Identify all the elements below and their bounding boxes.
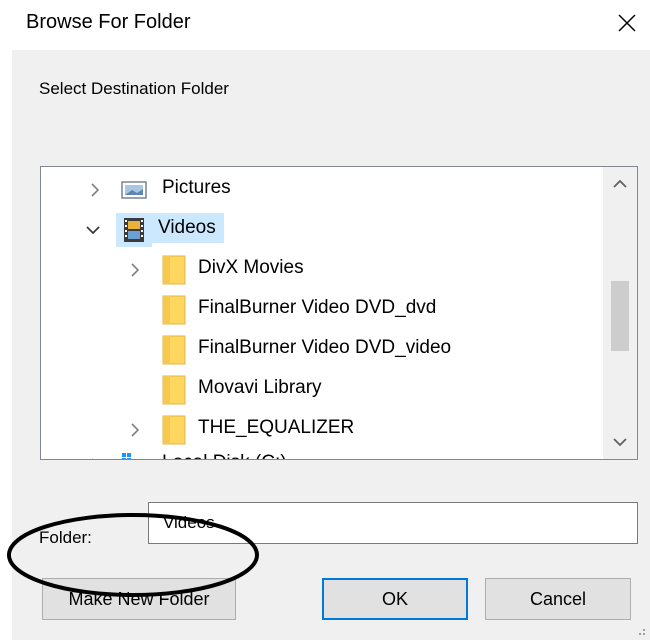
make-new-folder-button[interactable]: Make New Folder xyxy=(42,578,236,620)
folder-icon xyxy=(160,294,188,326)
tree-scrollbar[interactable] xyxy=(603,167,637,459)
tree-item-label: FinalBurner Video DVD_video xyxy=(198,337,452,358)
folder-field-label: Folder: xyxy=(39,528,92,547)
folder-icon xyxy=(160,254,188,286)
chevron-up-icon xyxy=(613,179,627,188)
close-icon xyxy=(618,14,636,32)
scroll-up-button[interactable] xyxy=(603,167,637,201)
folder-icon xyxy=(160,414,188,446)
dialog-body: Select Destination Folder Pictures Video… xyxy=(12,50,650,640)
chevron-right-icon[interactable] xyxy=(87,182,103,198)
chevron-down-icon xyxy=(613,438,627,447)
resize-grip-icon[interactable] xyxy=(634,624,646,636)
scroll-thumb[interactable] xyxy=(611,281,629,351)
tree-item-label: Pictures xyxy=(162,177,231,198)
close-button[interactable] xyxy=(604,0,650,46)
chevron-right-icon[interactable] xyxy=(87,457,103,459)
folder-icon xyxy=(160,374,188,406)
tree-item-label: THE_EQUALIZER xyxy=(198,417,355,438)
tree-item-label: Videos xyxy=(152,213,224,243)
chevron-right-icon[interactable] xyxy=(127,422,143,438)
pictures-folder-icon xyxy=(120,179,148,201)
videos-folder-icon xyxy=(116,213,152,247)
tree-item-label: DivX Movies xyxy=(198,257,304,278)
chevron-down-icon[interactable] xyxy=(85,222,101,238)
cancel-button[interactable]: Cancel xyxy=(485,578,631,620)
tree-item-label: Movavi Library xyxy=(198,377,322,398)
chevron-right-icon[interactable] xyxy=(127,262,143,278)
drive-icon xyxy=(119,451,149,459)
tree-item-label: FinalBurner Video DVD_dvd xyxy=(198,297,437,318)
tree-item-label: Local Disk (C:) xyxy=(158,449,291,459)
prompt-text: Select Destination Folder xyxy=(39,79,229,98)
scroll-down-button[interactable] xyxy=(603,425,637,459)
window-title: Browse For Folder xyxy=(26,11,191,33)
folder-tree[interactable]: Pictures Videos DivX Movies FinalBurner … xyxy=(40,166,638,460)
folder-name-input[interactable] xyxy=(148,502,638,544)
title-bar: Browse For Folder xyxy=(0,0,650,50)
folder-icon xyxy=(160,334,188,366)
ok-button[interactable]: OK xyxy=(322,578,468,620)
